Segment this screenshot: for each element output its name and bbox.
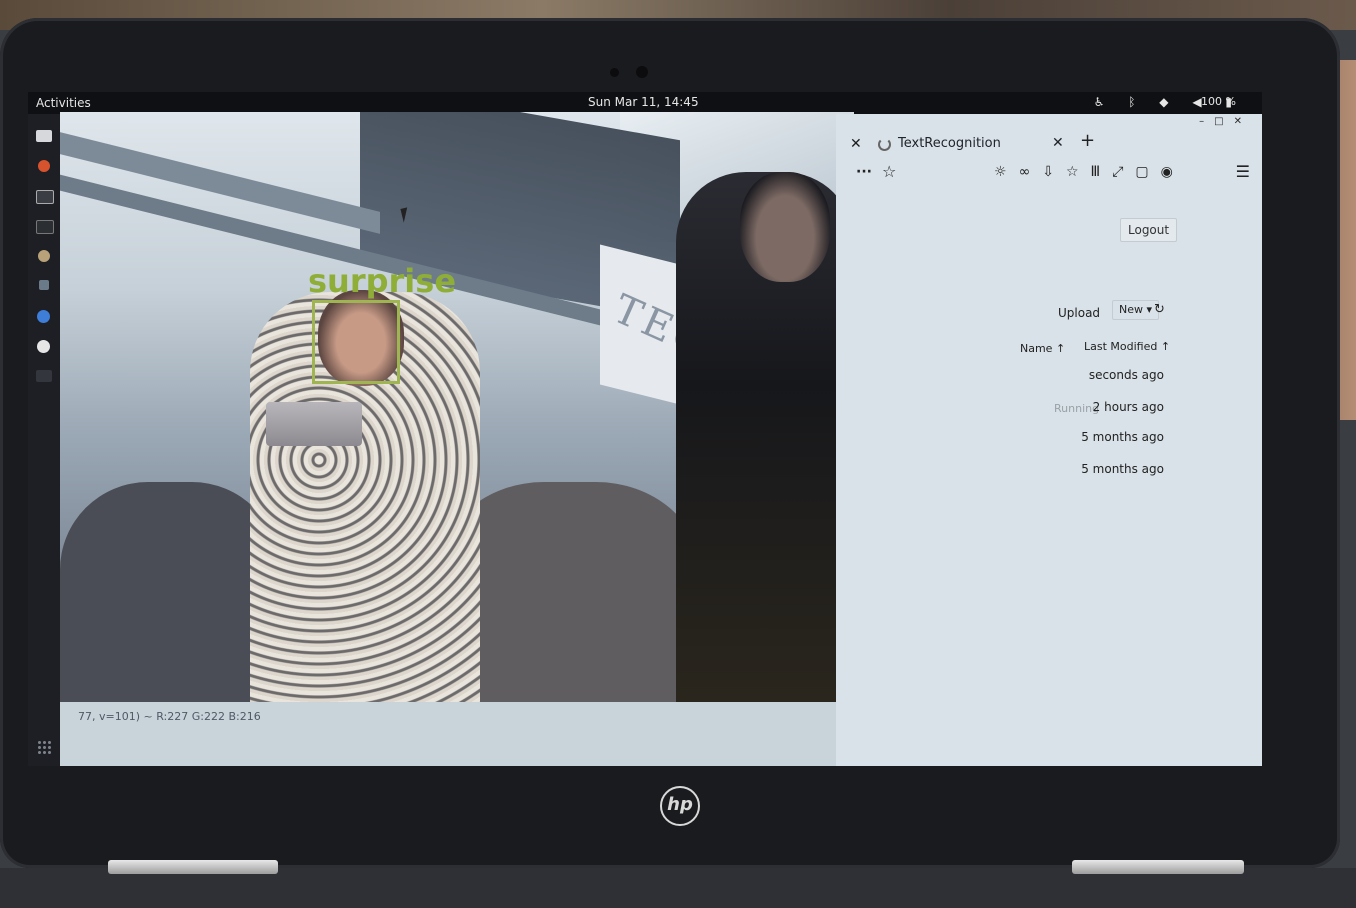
tab-title: TextRecognition bbox=[898, 136, 1001, 151]
gnome-top-bar: Activities Sun Mar 11, 14:45 ♿ ᛒ ◆ ◀ ▮ 1… bbox=[28, 92, 1262, 114]
list-item[interactable]: 5 months ago bbox=[1081, 430, 1164, 444]
crowd-left bbox=[60, 482, 280, 702]
accessibility-icon[interactable]: ♿ bbox=[1094, 95, 1115, 109]
list-item[interactable]: seconds ago bbox=[1089, 368, 1164, 382]
tab-textrecognition[interactable]: TextRecognition ✕ bbox=[876, 130, 1066, 160]
download-icon[interactable]: ⇩ bbox=[1042, 164, 1066, 180]
webcam-lens bbox=[636, 66, 648, 78]
man-face bbox=[740, 172, 830, 282]
nav-toolbar: ··· ☆ ☼∞⇩☆Ⅲ⤢▢◉ ☰ bbox=[836, 160, 1262, 188]
upload-button[interactable]: Upload bbox=[1058, 306, 1100, 320]
sort-by-name[interactable]: Name ↑ bbox=[1020, 342, 1065, 355]
pixel-readout: 77, v=101) ~ R:227 G:222 B:216 bbox=[78, 710, 261, 723]
mask-icon[interactable]: ∞ bbox=[1019, 164, 1043, 180]
new-tab-button[interactable]: + bbox=[1080, 130, 1095, 151]
terminal-icon[interactable] bbox=[36, 220, 54, 234]
list-item[interactable]: 2 hours ago bbox=[1093, 400, 1164, 414]
hinge-right bbox=[1072, 860, 1244, 874]
menu-icon[interactable]: ☰ bbox=[1236, 162, 1250, 181]
activities-button[interactable]: Activities bbox=[36, 96, 91, 110]
reader-icon[interactable]: ☆ bbox=[1066, 164, 1091, 180]
refresh-icon[interactable]: ↻ bbox=[1154, 302, 1165, 317]
bluetooth-icon[interactable]: ᛒ bbox=[1128, 95, 1145, 109]
hp-logo: hp bbox=[660, 786, 700, 826]
files-icon[interactable] bbox=[36, 130, 52, 142]
webcam-led bbox=[610, 68, 619, 77]
clock[interactable]: Sun Mar 11, 14:45 bbox=[588, 95, 699, 109]
firefox-icon[interactable] bbox=[38, 160, 50, 172]
wifi-icon[interactable]: ◆ bbox=[1159, 95, 1178, 109]
extension-icon[interactable]: ☼ bbox=[994, 164, 1019, 180]
close-tab-icon[interactable]: ✕ bbox=[1052, 135, 1064, 151]
battery-percentage: 100 % bbox=[1201, 95, 1236, 108]
settings-icon[interactable] bbox=[39, 280, 49, 290]
laptop-base bbox=[0, 868, 1356, 908]
held-phone bbox=[266, 402, 362, 446]
browser-window: ✕ TextRecognition ✕ + –□✕ ··· ☆ ☼∞⇩☆Ⅲ⤢▢◉… bbox=[836, 114, 1262, 766]
laptop-screen: Activities Sun Mar 11, 14:45 ♿ ᛒ ◆ ◀ ▮ 1… bbox=[28, 92, 1262, 766]
sort-by-last-modified[interactable]: Last Modified ↑ bbox=[1084, 340, 1170, 353]
close-icon[interactable]: ✕ bbox=[850, 136, 862, 152]
sidebar-icon[interactable]: ▢ bbox=[1135, 164, 1160, 180]
window-controls[interactable]: –□✕ bbox=[1199, 116, 1252, 127]
camera-feed-window: TECH surprise bbox=[60, 112, 854, 702]
logout-button[interactable]: Logout bbox=[1120, 218, 1178, 242]
list-item[interactable]: 5 months ago bbox=[1081, 462, 1164, 476]
fullscreen-icon[interactable]: ⤢ bbox=[1112, 164, 1135, 180]
emotion-label: surprise bbox=[308, 262, 457, 300]
show-applications-icon[interactable] bbox=[37, 740, 51, 754]
page-actions-menu[interactable]: ··· bbox=[856, 164, 872, 180]
new-dropdown-button[interactable]: New ▾ bbox=[1112, 300, 1160, 320]
account-icon[interactable]: ◉ bbox=[1161, 164, 1185, 180]
loading-spinner-icon bbox=[878, 138, 891, 151]
dock bbox=[28, 114, 60, 766]
face-detection-box bbox=[312, 300, 400, 384]
tab-bar: ✕ TextRecognition ✕ + –□✕ bbox=[836, 116, 1262, 152]
library-icon[interactable]: Ⅲ bbox=[1091, 164, 1113, 180]
browser-icon[interactable] bbox=[37, 310, 50, 323]
hinge-left bbox=[108, 860, 278, 874]
chrome-icon[interactable] bbox=[38, 250, 50, 262]
toolbar-icons[interactable]: ☼∞⇩☆Ⅲ⤢▢◉ bbox=[994, 164, 1185, 180]
editor-icon[interactable] bbox=[36, 190, 54, 204]
disc-icon[interactable] bbox=[37, 340, 50, 353]
bookmark-star-icon[interactable]: ☆ bbox=[882, 162, 896, 181]
trash-icon[interactable] bbox=[36, 370, 52, 382]
